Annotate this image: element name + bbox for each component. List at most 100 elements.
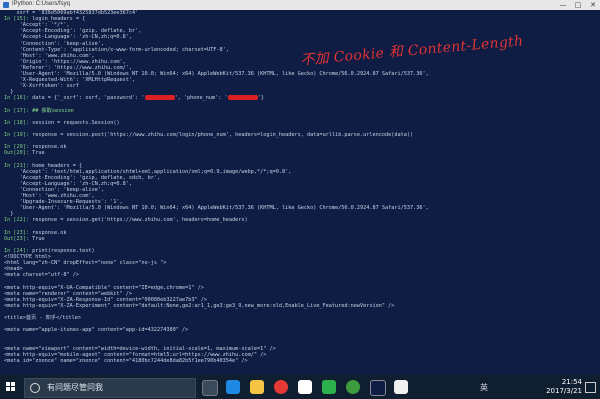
code-text: 'Accept': '*/*', bbox=[4, 22, 70, 29]
code-text: 'User-Agent': 'Mozilla/5.0 (Windows NT 1… bbox=[4, 71, 429, 77]
code-text: xsrf = '836d5069abf4325837db523ee367c4' bbox=[4, 10, 139, 16]
app-icon[interactable] bbox=[298, 380, 312, 394]
code-text: print(response.text) bbox=[29, 247, 95, 254]
code-text: 'X-Requested-With': 'XMLHttpRequest', bbox=[4, 77, 136, 84]
code-text: 'Accept-Language': 'zh-CN,zh;q=0.8', bbox=[4, 180, 133, 187]
app-icon[interactable] bbox=[394, 380, 408, 394]
code-text: session = requests.Session() bbox=[29, 119, 120, 126]
app-icon[interactable] bbox=[346, 380, 360, 394]
code-text: 'Content-Type': 'application/x-www-form-… bbox=[4, 46, 229, 53]
code-text: 'Connection': 'keep-alive', bbox=[4, 40, 104, 47]
close-button[interactable]: ✕ bbox=[586, 0, 600, 10]
code-text: True bbox=[29, 150, 45, 157]
console-line: Out[20]: True bbox=[4, 150, 45, 157]
console-line: <meta http-equiv="X-ZA-Experiment" conte… bbox=[4, 303, 394, 310]
window-title: IPython: C:Users/fsyq bbox=[12, 1, 71, 7]
code-text: <head> bbox=[4, 266, 23, 273]
console-line: 'X-Xsrftoken': xsrf bbox=[4, 83, 79, 90]
python-icon bbox=[3, 2, 9, 8]
console-line: <meta charset="utf-8" /> bbox=[4, 272, 79, 279]
code-text: 'Host': 'www.zhihu.com', bbox=[4, 52, 95, 59]
code-text: home_headers = { bbox=[29, 162, 83, 169]
code-text: <meta name="apple-itunes-app" content="a… bbox=[4, 327, 189, 334]
minimize-button[interactable]: — bbox=[556, 0, 570, 10]
clock-date: 2017/3/21 bbox=[546, 387, 582, 395]
code-text: 'Connection': 'keep-alive', bbox=[4, 186, 104, 193]
code-text: } bbox=[4, 211, 14, 218]
console-line: 'User-Agent': 'Mozilla/5.0 (Windows NT 1… bbox=[4, 205, 429, 212]
code-text: <meta http-equiv="X-ZA-Response-Id" cont… bbox=[4, 296, 208, 303]
file-explorer-icon[interactable] bbox=[250, 380, 264, 394]
code-text: 'Host': 'www.zhihu.com', bbox=[4, 193, 95, 199]
code-text: <!DOCTYPE html> bbox=[4, 254, 51, 260]
prompt-number: Out[20]: bbox=[4, 150, 29, 157]
chrome-icon[interactable] bbox=[274, 380, 288, 394]
prompt-number: In [22]: bbox=[4, 217, 29, 224]
prompt-number: In [15]: bbox=[4, 16, 29, 23]
prompt-number: In [18]: bbox=[4, 119, 29, 126]
clock[interactable]: 21:54 2017/3/21 bbox=[546, 378, 582, 396]
task-view-icon[interactable] bbox=[202, 380, 218, 396]
code-text: login_headers = { bbox=[29, 16, 86, 23]
code-text: <meta name="viewport" content="width=dev… bbox=[4, 345, 276, 352]
code-text: <meta http-equiv="X-UA-Compatible" conte… bbox=[4, 284, 204, 291]
code-text: <meta http-equiv="mobile-agent" content=… bbox=[4, 351, 267, 358]
code-text: 'Origin': 'https://www.zhihu.com', bbox=[4, 58, 126, 65]
ipython-window: IPython: C:Users/fsyq — □ ✕ xsrf = '836d… bbox=[0, 0, 600, 375]
code-text: <title>首页 - 知乎</title> bbox=[4, 315, 81, 321]
prompt-number: In [19]: bbox=[4, 132, 29, 138]
console-line: In [18]: session = requests.Session() bbox=[4, 120, 120, 127]
code-text: <meta name="renderer" content="webkit" /… bbox=[4, 290, 133, 297]
code-text: response = session.get('https://www.zhih… bbox=[29, 217, 248, 224]
taskbar: 有问题尽管问我 英 21:54 2017/3/21 bbox=[0, 375, 600, 399]
notifications-icon[interactable] bbox=[585, 382, 596, 393]
code-text: <meta charset="utf-8" /> bbox=[4, 272, 79, 279]
prompt-number: In [21]: bbox=[4, 162, 29, 169]
prompt-number: In [20]: bbox=[4, 144, 29, 151]
code-text: True bbox=[29, 235, 45, 242]
prompt-number: In [17]: bbox=[4, 107, 29, 114]
cortana-icon bbox=[30, 383, 40, 393]
code-text: response.ok bbox=[29, 144, 67, 151]
console-line: In [19]: response = session.post('https:… bbox=[4, 132, 413, 139]
prompt-number: In [24]: bbox=[4, 247, 29, 254]
console-line: <html lang="zh-CN" dropEffect="none" cla… bbox=[4, 260, 166, 267]
code-text: <meta http-equiv="X-ZA-Experiment" conte… bbox=[4, 302, 395, 309]
clock-time: 21:54 bbox=[561, 378, 582, 386]
console-icon[interactable] bbox=[370, 380, 386, 396]
code-text: 'X-Xsrftoken': xsrf bbox=[4, 83, 79, 90]
redaction-mark bbox=[227, 95, 258, 101]
windows-start-icon[interactable] bbox=[6, 382, 16, 392]
search-placeholder: 有问题尽管问我 bbox=[47, 383, 103, 392]
code-text: response = session.post('https://www.zhi… bbox=[29, 132, 414, 138]
console-line: In [22]: response = session.get('https:/… bbox=[4, 217, 248, 224]
prompt-number: In [23]: bbox=[4, 229, 29, 236]
console-line: <title>首页 - 知乎</title> bbox=[4, 315, 81, 322]
code-text: 'Accept': 'text/html,application/xhtml+x… bbox=[4, 168, 292, 175]
prompt-number: In [16]: bbox=[4, 95, 29, 102]
console-line: <meta id="znonce" name="znonce" content=… bbox=[4, 358, 248, 365]
code-text: } bbox=[4, 89, 14, 96]
code-text: 'Referer': 'https://www.zhihu.com/', bbox=[4, 64, 133, 71]
wechat-icon[interactable] bbox=[322, 380, 336, 394]
code-text: data = {'_xsrf': xsrf, 'password': ' ', '… bbox=[29, 95, 264, 102]
system-tray: 英 21:54 2017/3/21 bbox=[480, 375, 600, 399]
maximize-button[interactable]: □ bbox=[571, 0, 585, 10]
desktop-screen: IPython: C:Users/fsyq — □ ✕ xsrf = '836d… bbox=[0, 0, 600, 399]
console-line: Out[23]: True bbox=[4, 236, 45, 243]
code-text: <meta id="znonce" name="znonce" content=… bbox=[4, 357, 248, 364]
edge-icon[interactable] bbox=[226, 380, 240, 394]
cortana-search-box[interactable]: 有问题尽管问我 bbox=[24, 378, 196, 398]
code-text: <html lang="zh-CN" dropEffect="none" cla… bbox=[4, 260, 167, 267]
code-text: ## 获取session bbox=[29, 107, 74, 114]
prompt-number: Out[23]: bbox=[4, 235, 29, 242]
console-line: In [16]: data = {'_xsrf': xsrf, 'passwor… bbox=[4, 95, 264, 102]
code-text: 'User-Agent': 'Mozilla/5.0 (Windows NT 1… bbox=[4, 205, 429, 212]
code-text: 'Upgrade-Insecure-Requests': '1', bbox=[4, 199, 123, 206]
redaction-mark bbox=[144, 95, 175, 101]
code-text: response.ok bbox=[29, 229, 67, 236]
input-language[interactable]: 英 bbox=[480, 382, 488, 393]
console-line: <meta name="apple-itunes-app" content="a… bbox=[4, 327, 188, 334]
code-text: 'Accept-Encoding': 'gzip, deflate, br', bbox=[4, 28, 142, 35]
title-bar: IPython: C:Users/fsyq — □ ✕ bbox=[0, 0, 600, 10]
